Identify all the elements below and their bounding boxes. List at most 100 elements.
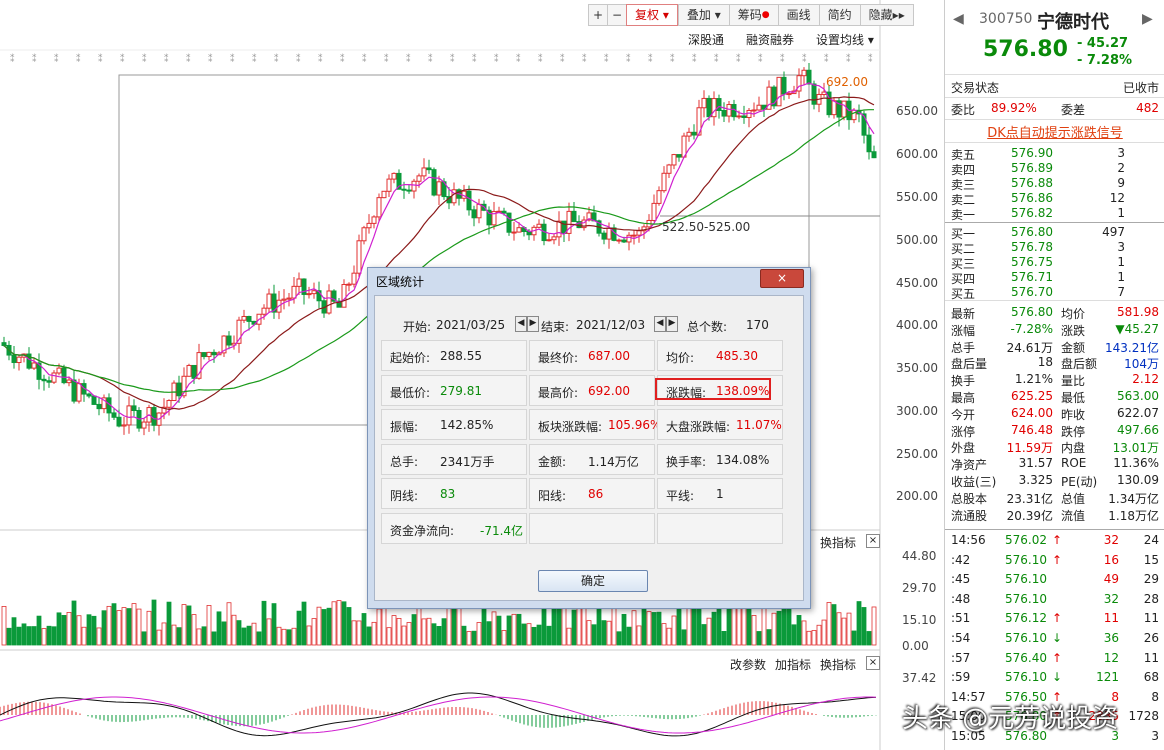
stat-cell: 最终价: 687.00 — [529, 340, 655, 371]
close-icon[interactable]: × — [760, 269, 804, 288]
hide-label: 隐藏 — [868, 8, 893, 22]
stat-label: 均价: — [666, 351, 695, 365]
dk-signal-link[interactable]: DK点自动提示涨跌信号 — [945, 122, 1164, 141]
ask-level-label: 卖一 — [951, 208, 976, 222]
end-prev-button[interactable]: ◀ — [654, 316, 666, 332]
event-marker-icon[interactable]: ⁑ — [142, 53, 147, 65]
back-arrow-icon[interactable]: ◀ — [953, 11, 964, 27]
zoom-out-button[interactable]: − — [607, 4, 626, 26]
volume-bar — [481, 607, 487, 646]
event-marker-icon[interactable]: ⁑ — [120, 53, 125, 65]
volume-bar — [801, 620, 807, 646]
close-icon[interactable]: × — [866, 534, 880, 548]
candle-body — [671, 154, 677, 166]
ma-settings-link[interactable]: 设置均线 ▾ — [816, 31, 874, 48]
event-marker-icon[interactable]: ⁑ — [340, 53, 345, 65]
event-marker-icon[interactable]: ⁑ — [582, 53, 587, 65]
event-marker-icon[interactable]: ⁑ — [406, 53, 411, 65]
forward-arrow-icon[interactable]: ▶ — [1142, 11, 1153, 27]
candle-body — [636, 230, 642, 236]
event-marker-icon[interactable]: ⁑ — [670, 53, 675, 65]
add-indicator-button[interactable]: 加指标 — [775, 656, 811, 673]
tick-price: 576.10 — [1005, 631, 1047, 645]
event-marker-icon[interactable]: ⁑ — [780, 53, 785, 65]
event-marker-icon[interactable]: ⁑ — [516, 53, 521, 65]
volume-switch-indicator[interactable]: 换指标 — [820, 534, 856, 551]
event-marker-icon[interactable]: ⁑ — [362, 53, 367, 65]
event-marker-icon[interactable]: ⁑ — [626, 53, 631, 65]
event-marker-icon[interactable]: ⁑ — [164, 53, 169, 65]
macd-switch-indicator[interactable]: 换指标 — [820, 656, 856, 673]
event-marker-icon[interactable]: ⁑ — [648, 53, 653, 65]
event-marker-icon[interactable]: ⁑ — [76, 53, 81, 65]
quote-row: 涨幅 -7.28% 涨跌 ▼45.27 — [951, 322, 1159, 338]
close-icon[interactable]: × — [866, 656, 880, 670]
event-marker-icon[interactable]: ⁑ — [758, 53, 763, 65]
end-label: 结束: — [541, 320, 570, 334]
quote-row: 收益(三) 3.325 PE(动) 130.09 — [951, 473, 1159, 489]
quote-row: 净资产 31.57 ROE 11.36% — [951, 456, 1159, 472]
event-marker-icon[interactable]: ⁑ — [428, 53, 433, 65]
event-marker-icon[interactable]: ⁑ — [824, 53, 829, 65]
end-next-button[interactable]: ▶ — [666, 316, 678, 332]
event-marker-icon[interactable]: ⁑ — [230, 53, 235, 65]
quote-value: 563.00 — [1117, 389, 1159, 403]
ask-row: 卖五 576.90 3 — [951, 146, 1159, 162]
candle-body — [141, 421, 147, 429]
event-marker-icon[interactable]: ⁑ — [736, 53, 741, 65]
event-marker-icon[interactable]: ⁑ — [296, 53, 301, 65]
fuquan-button[interactable]: 复权 ▾ — [626, 4, 678, 26]
event-marker-icon[interactable]: ⁑ — [868, 53, 873, 65]
shenzhen-connect-link[interactable]: 深股通 — [688, 31, 724, 48]
event-marker-icon[interactable]: ⁑ — [538, 53, 543, 65]
event-marker-icon[interactable]: ⁑ — [186, 53, 191, 65]
event-marker-icon[interactable]: ⁑ — [98, 53, 103, 65]
tick-row: 14:56 576.02 ↑ 32 24 — [951, 533, 1159, 548]
zoom-in-button[interactable]: + — [588, 4, 607, 26]
volume-bar — [511, 613, 517, 646]
event-marker-icon[interactable]: ⁑ — [692, 53, 697, 65]
start-prev-button[interactable]: ◀ — [515, 316, 527, 332]
volume-bar — [206, 605, 212, 646]
quote-label: 最新 — [951, 307, 976, 321]
simple-mode-button[interactable]: 简约 — [818, 4, 860, 26]
ask-row: 卖三 576.88 9 — [951, 176, 1159, 192]
bid-volume: 497 — [1102, 225, 1125, 239]
quote-label: 今开 — [951, 407, 976, 422]
candle-body — [261, 307, 267, 315]
event-marker-icon[interactable]: ⁑ — [802, 53, 807, 65]
event-marker-icon[interactable]: ⁑ — [450, 53, 455, 65]
hide-button[interactable]: 隐藏▸▸ — [859, 4, 914, 26]
event-marker-icon[interactable]: ⁑ — [846, 53, 851, 65]
event-marker-icon[interactable]: ⁑ — [274, 53, 279, 65]
event-marker-icon[interactable]: ⁑ — [10, 53, 15, 65]
event-marker-icon[interactable]: ⁑ — [54, 53, 59, 65]
event-marker-icon[interactable]: ⁑ — [604, 53, 609, 65]
chips-button[interactable]: 筹码● — [728, 4, 778, 26]
ok-button[interactable]: 确定 — [538, 570, 648, 592]
modify-params-button[interactable]: 改参数 — [730, 656, 766, 673]
volume-bar — [636, 625, 642, 646]
event-marker-icon[interactable]: ⁑ — [472, 53, 477, 65]
candle-body — [71, 379, 77, 402]
tick-count: 1728 — [1128, 709, 1159, 724]
margin-trading-link[interactable]: 融资融券 — [746, 31, 794, 48]
event-marker-icon[interactable]: ⁑ — [318, 53, 323, 65]
event-marker-icon[interactable]: ⁑ — [560, 53, 565, 65]
candle-body — [621, 239, 627, 243]
stat-label: 资金净流向: — [390, 523, 455, 538]
event-marker-icon[interactable]: ⁑ — [384, 53, 389, 65]
start-next-button[interactable]: ▶ — [527, 316, 539, 332]
tick-price: 576.02 — [1005, 533, 1047, 547]
draw-line-button[interactable]: 画线 — [777, 4, 819, 26]
event-marker-icon[interactable]: ⁑ — [714, 53, 719, 65]
candle-body — [366, 222, 372, 229]
event-marker-icon[interactable]: ⁑ — [208, 53, 213, 65]
overlay-button[interactable]: 叠加 ▾ — [677, 4, 729, 26]
event-marker-icon[interactable]: ⁑ — [494, 53, 499, 65]
event-marker-icon[interactable]: ⁑ — [32, 53, 37, 65]
volume-bar — [256, 631, 262, 646]
event-marker-icon[interactable]: ⁑ — [252, 53, 257, 65]
stat-cell: 板块涨跌幅: 105.96% — [529, 409, 661, 440]
candle-body — [311, 290, 317, 295]
